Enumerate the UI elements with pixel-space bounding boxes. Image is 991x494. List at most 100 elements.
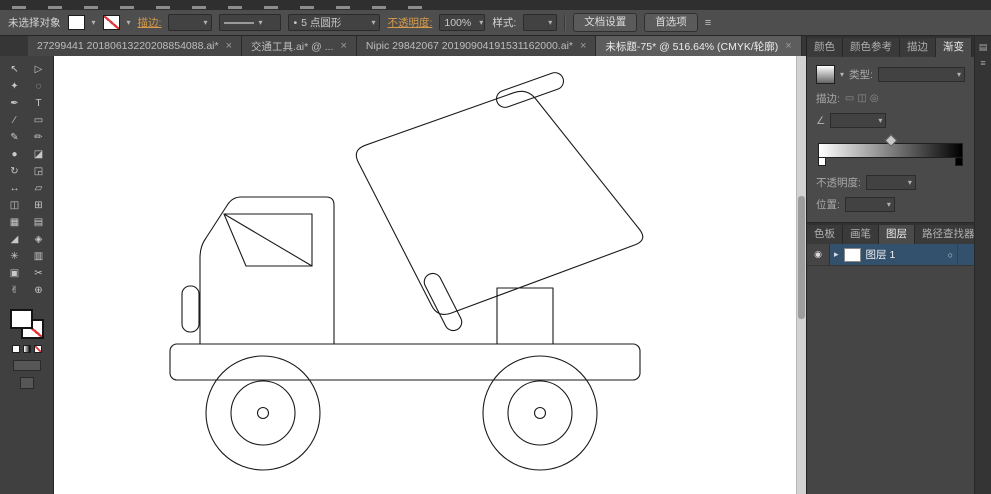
direct-selection-tool[interactable]: ▷ [27,61,51,78]
color-button[interactable] [11,345,20,353]
variable-width-profile-dropdown[interactable]: ▾ [219,14,282,31]
rotate-tool[interactable]: ↻ [3,163,27,180]
panel-tab[interactable]: 色板 [807,225,843,244]
fill-color-swatch[interactable] [67,15,85,30]
none-button[interactable] [33,345,42,353]
scrollbar-thumb[interactable] [798,196,805,319]
panel-tab[interactable]: 画笔 [843,225,879,244]
drawing-mode-button[interactable] [12,360,41,371]
stroke-weight-dropdown[interactable]: ▾ [168,14,213,31]
document-tab[interactable]: Nipic 29842067 20190904191531162000.ai* × [356,36,597,56]
document-tab[interactable]: 27299441 20180613220208854088.ai* × [28,36,243,56]
shape-builder-tool[interactable]: ◫ [3,197,27,214]
style-dropdown[interactable]: ▾ [523,14,558,31]
opacity-panel-link[interactable]: 不透明度: [387,15,432,30]
layer-row[interactable]: ◉ ▸ 图层 1 ○ [807,244,974,266]
dock-menu-icon[interactable]: ≡ [980,58,985,68]
mesh-tool[interactable]: ▦ [3,214,27,231]
panel-tab[interactable]: 路径查找器 [915,225,983,244]
brush-definition-dropdown[interactable]: • 5 点圆形 ▾ [288,14,381,31]
selection-tool[interactable]: ↖ [3,61,27,78]
gradient-button[interactable] [22,345,31,353]
gradient-type-dropdown[interactable]: ▾ [877,67,965,82]
free-transform-tool[interactable]: ▱ [27,180,51,197]
close-icon[interactable]: × [580,40,586,52]
gradient-opacity-dropdown[interactable]: ▾ [865,175,916,190]
gradient-stop-start[interactable] [818,157,826,166]
preferences-button[interactable]: 首选项 [644,13,698,32]
layer-thumbnail[interactable] [843,247,861,262]
truck-cab[interactable] [199,196,335,345]
chevron-down-icon: ▾ [886,199,891,209]
width-tool[interactable]: ↔ [3,180,27,197]
pen-tool[interactable]: ✒ [3,95,27,112]
screen-mode-button[interactable] [19,377,34,389]
document-tab[interactable]: 交通工具.ai* @ ... × [242,36,357,56]
cab-window-diagonal[interactable] [223,213,313,267]
blob-brush-tool[interactable]: ● [3,146,27,163]
column-graph-tool[interactable]: ▥ [27,248,51,265]
drum-chute[interactable] [421,271,464,334]
truck-bumper[interactable] [181,285,200,333]
document-tab[interactable]: 未标题-75* @ 516.64% (CMYK/轮廓) × [596,36,802,56]
gradient-bar[interactable] [818,134,963,166]
panel-tab[interactable]: 渐变 [936,38,972,57]
hand-tool[interactable]: ✌ [3,282,27,299]
magic-wand-tool[interactable]: ✦ [3,78,27,95]
mixer-truck-drawing[interactable] [54,56,806,494]
gradient-midpoint-handle[interactable] [884,134,897,147]
paintbrush-tool[interactable]: ✎ [3,129,27,146]
lasso-tool[interactable]: ◌ [27,78,51,95]
gradient-swatch-thumbnail[interactable] [816,65,835,84]
gradient-stop-end[interactable] [955,157,963,166]
zoom-tool[interactable]: ⊕ [27,282,51,299]
pencil-tool[interactable]: ✏ [27,129,51,146]
document-tab-label: 27299441 20180613220208854088.ai* [37,40,219,52]
type-tool[interactable]: T [27,95,51,112]
blend-tool[interactable]: ◈ [27,231,51,248]
control-panel-menu-icon[interactable]: ≡ [705,17,711,29]
collapse-panels-icon[interactable]: ▤ [979,42,988,53]
panel-tab[interactable]: 颜色参考 [843,38,900,57]
gradient-stroke-type-icons[interactable]: ▭◫◎ [845,93,882,104]
rectangle-tool[interactable]: ▭ [27,112,51,129]
disclosure-icon[interactable]: ▸ [834,249,839,260]
fill-caret-icon[interactable]: ▾ [92,18,96,27]
eraser-tool[interactable]: ◪ [27,146,51,163]
scale-tool[interactable]: ◲ [27,163,51,180]
eyedropper-tool[interactable]: ◢ [3,231,27,248]
line-segment-tool[interactable]: ∕ [3,112,27,129]
layer-selection-cell[interactable] [957,244,974,265]
panel-tab[interactable]: 颜色 [807,38,843,57]
gradient-angle-dropdown[interactable]: ▾ [830,113,887,128]
stroke-panel-link[interactable]: 描边: [138,15,162,30]
drum-support[interactable] [496,287,554,345]
panel-tab[interactable]: 描边 [900,38,936,57]
vertical-scrollbar[interactable] [796,56,806,494]
drum-top-collar[interactable] [494,70,566,109]
gradient-position-dropdown[interactable]: ▾ [844,197,895,212]
stroke-caret-icon[interactable]: ▾ [127,18,131,27]
gradient-swatch-caret-icon[interactable]: ▾ [840,70,844,79]
rear-wheel[interactable] [482,355,598,471]
layer-target-icon[interactable]: ○ [948,250,953,260]
perspective-grid-tool[interactable]: ⊞ [27,197,51,214]
gradient-tool[interactable]: ▤ [27,214,51,231]
panel-tab[interactable]: 图层 [879,225,915,244]
truck-chassis[interactable] [169,343,641,381]
symbol-sprayer-tool[interactable]: ✳ [3,248,27,265]
opacity-dropdown[interactable]: 100% ▾ [439,14,486,31]
visibility-eye-icon[interactable]: ◉ [807,244,830,265]
front-wheel[interactable] [205,355,321,471]
slice-tool[interactable]: ✂ [27,265,51,282]
fill-indicator-swatch[interactable] [9,309,33,329]
close-icon[interactable]: × [340,40,346,52]
artboard-tool[interactable]: ▣ [3,265,27,282]
layer-row-body[interactable]: ▸ 图层 1 ○ [830,244,957,265]
close-icon[interactable]: × [785,40,791,52]
document-setup-button[interactable]: 文档设置 [573,13,638,32]
close-icon[interactable]: × [226,40,232,52]
mixer-drum[interactable] [355,90,644,316]
stroke-color-swatch[interactable] [102,15,120,30]
document-canvas[interactable] [54,56,806,494]
